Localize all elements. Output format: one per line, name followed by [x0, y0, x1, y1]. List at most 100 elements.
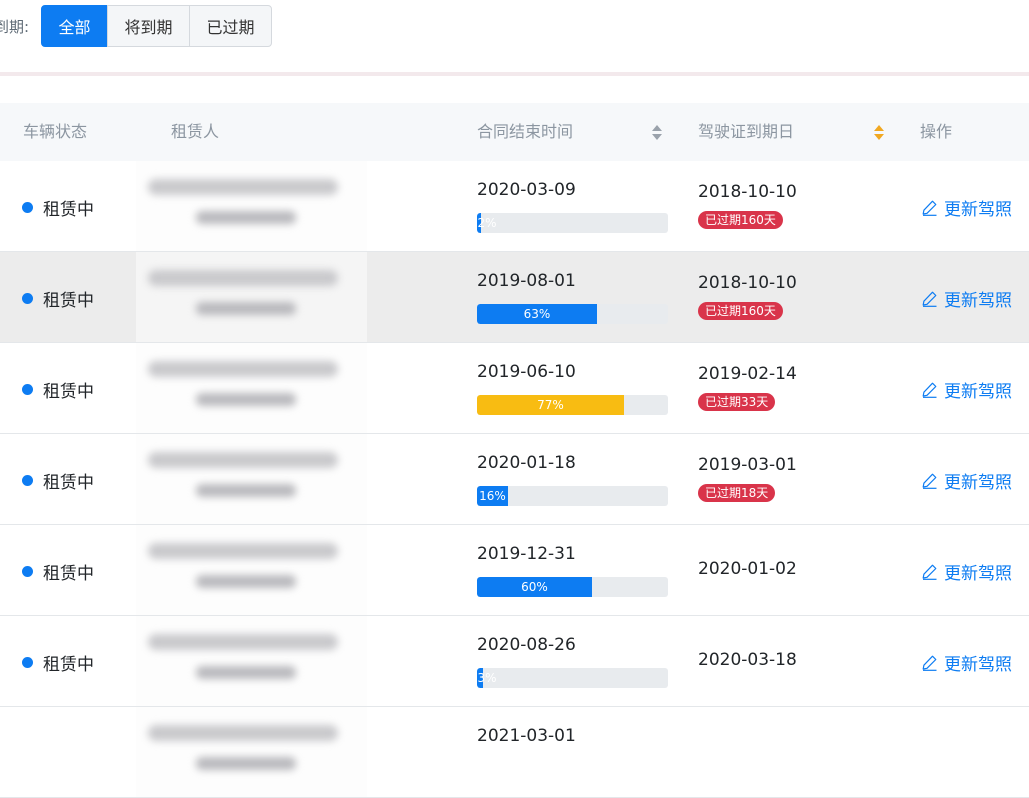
- status-dot-icon: [22, 566, 33, 577]
- table-header: 车辆状态 租赁人 合同结束时间 驾驶证到期日 操作: [0, 103, 1029, 161]
- tenant-cell-blur: [136, 525, 367, 615]
- column-header-license-expiry[interactable]: 驾驶证到期日: [698, 103, 794, 161]
- status-text: 租赁中: [43, 473, 94, 493]
- edit-icon: [922, 291, 937, 307]
- license-expiry-date: 2018-10-10: [698, 182, 797, 202]
- section-divider: [0, 72, 1029, 76]
- status-dot-icon: [22, 293, 33, 304]
- progress-label: 2%: [477, 216, 497, 230]
- filter-expiring-button[interactable]: 将到期: [107, 5, 190, 47]
- tenant-phone-redacted: [196, 666, 296, 679]
- expired-badge: 已过期18天: [698, 484, 776, 502]
- edit-icon: [922, 473, 937, 489]
- status-dot-icon: [22, 657, 33, 668]
- contract-end-date: 2019-08-01: [477, 271, 576, 291]
- update-license-label: 更新驾照: [944, 382, 1012, 402]
- expiry-filter-bar: 到期: 全部 将到期 已过期: [0, 0, 1029, 73]
- tenant-name-redacted: [148, 452, 338, 468]
- progress-label: 16%: [479, 489, 506, 503]
- status-text: 租赁中: [43, 291, 94, 311]
- progress-label: 77%: [537, 398, 564, 412]
- status-text: 租赁中: [43, 200, 94, 220]
- table-row[interactable]: 租赁中 2019-06-10 77% 2019-02-14 已过期33天 更新驾照: [0, 343, 1029, 434]
- tenant-name-redacted: [148, 361, 338, 377]
- tenant-phone-redacted: [196, 211, 296, 224]
- edit-icon: [922, 564, 937, 580]
- license-expiry-date: 2020-01-02: [698, 559, 797, 579]
- tenant-name-redacted: [148, 543, 338, 559]
- filter-all-button[interactable]: 全部: [41, 5, 108, 47]
- filter-expired-button[interactable]: 已过期: [189, 5, 272, 47]
- status-text: 租赁中: [43, 564, 94, 584]
- contract-end-date: 2019-12-31: [477, 544, 576, 564]
- tenant-cell-blur: [136, 252, 367, 342]
- contract-end-date: 2019-06-10: [477, 362, 576, 382]
- contract-progress-bar: 2%: [477, 213, 668, 233]
- expiry-filter-label: 到期:: [0, 18, 30, 36]
- tenant-phone-redacted: [196, 393, 296, 406]
- edit-icon: [922, 382, 937, 398]
- contract-progress-bar: 63%: [477, 304, 668, 324]
- column-header-contract-end[interactable]: 合同结束时间: [477, 103, 573, 161]
- update-license-label: 更新驾照: [944, 291, 1012, 311]
- status-dot-icon: [22, 202, 33, 213]
- edit-icon: [922, 655, 937, 671]
- update-license-button[interactable]: 更新驾照: [921, 195, 1012, 220]
- sort-icon[interactable]: [652, 125, 663, 141]
- table-row[interactable]: 租赁中 2020-08-26 3% 2020-03-18 更新驾照: [0, 616, 1029, 707]
- tenant-name-redacted: [148, 725, 338, 741]
- contract-progress-bar: 3%: [477, 668, 668, 688]
- column-header-actions: 操作: [920, 122, 953, 141]
- license-expiry-date: 2019-02-14: [698, 364, 797, 384]
- table-row[interactable]: 租赁中 2019-12-31 60% 2020-01-02 更新驾照: [0, 525, 1029, 616]
- table-row[interactable]: 租赁中 2020-01-18 16% 2019-03-01 已过期18天 更新驾照: [0, 434, 1029, 525]
- edit-icon: [922, 200, 937, 216]
- update-license-label: 更新驾照: [944, 200, 1012, 220]
- tenant-phone-redacted: [196, 302, 296, 315]
- tenant-phone-redacted: [196, 484, 296, 497]
- update-license-label: 更新驾照: [944, 564, 1012, 584]
- tenant-name-redacted: [148, 634, 338, 650]
- status-text: 租赁中: [43, 382, 94, 402]
- expired-badge: 已过期33天: [698, 393, 776, 411]
- table-row[interactable]: 2021-03-01: [0, 707, 1029, 798]
- license-expiry-date: 2020-03-18: [698, 650, 797, 670]
- contract-end-date: 2020-01-18: [477, 453, 576, 473]
- table-row[interactable]: 租赁中 2020-03-09 2% 2018-10-10 已过期160天 更新驾照: [0, 161, 1029, 252]
- progress-label: 3%: [477, 671, 497, 685]
- update-license-button[interactable]: 更新驾照: [921, 286, 1012, 311]
- update-license-label: 更新驾照: [944, 655, 1012, 675]
- tenant-phone-redacted: [196, 575, 296, 588]
- table-row[interactable]: 租赁中 2019-08-01 63% 2018-10-10 已过期160天 更新驾照: [0, 252, 1029, 343]
- column-header-tenant: 租赁人: [171, 122, 220, 141]
- update-license-button[interactable]: 更新驾照: [921, 377, 1012, 402]
- tenant-cell-blur: [136, 343, 367, 433]
- contract-progress-bar: 77%: [477, 395, 668, 415]
- contract-end-date: 2021-03-01: [477, 726, 576, 746]
- contract-end-date: 2020-03-09: [477, 180, 576, 200]
- contract-end-date: 2020-08-26: [477, 635, 576, 655]
- update-license-button[interactable]: 更新驾照: [921, 559, 1012, 584]
- expired-badge: 已过期160天: [698, 211, 783, 229]
- tenant-cell-blur: [136, 161, 367, 251]
- update-license-button[interactable]: 更新驾照: [921, 650, 1012, 675]
- tenant-cell-blur: [136, 616, 367, 706]
- column-header-status: 车辆状态: [23, 122, 88, 141]
- tenant-cell-blur: [136, 707, 367, 797]
- expired-badge: 已过期160天: [698, 302, 783, 320]
- tenant-phone-redacted: [196, 757, 296, 770]
- contract-progress-bar: 60%: [477, 577, 668, 597]
- tenant-cell-blur: [136, 434, 367, 524]
- contract-progress-bar: 16%: [477, 486, 668, 506]
- progress-label: 60%: [521, 580, 548, 594]
- sort-icon[interactable]: [874, 125, 885, 141]
- tenant-name-redacted: [148, 270, 338, 286]
- status-dot-icon: [22, 384, 33, 395]
- license-expiry-date: 2019-03-01: [698, 455, 797, 475]
- update-license-button[interactable]: 更新驾照: [921, 468, 1012, 493]
- progress-label: 63%: [523, 307, 551, 321]
- status-dot-icon: [22, 475, 33, 486]
- tenant-name-redacted: [148, 179, 338, 195]
- update-license-label: 更新驾照: [944, 473, 1012, 493]
- status-text: 租赁中: [43, 655, 94, 675]
